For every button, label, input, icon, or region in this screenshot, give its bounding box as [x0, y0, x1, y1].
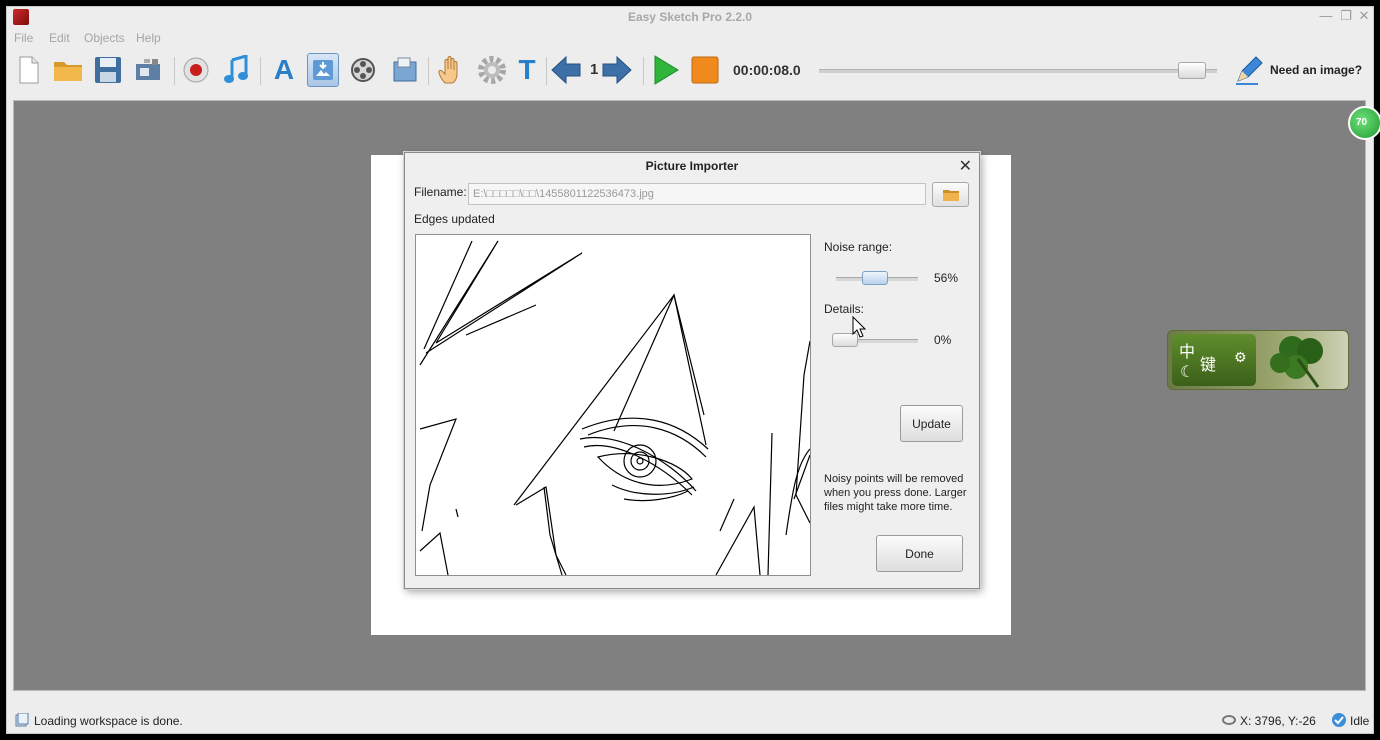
film-reel-icon — [351, 58, 375, 82]
music-note-icon — [224, 55, 248, 83]
timeline-handle[interactable] — [1178, 62, 1207, 79]
pencil-icon — [1236, 56, 1263, 85]
record-icon — [183, 57, 209, 83]
new-document-icon — [19, 56, 39, 84]
minimize-button[interactable]: — — [1318, 8, 1334, 23]
text-art-icon: A — [273, 54, 295, 85]
browse-file-button[interactable] — [932, 182, 969, 207]
hand-icon — [438, 56, 458, 84]
play-icon — [654, 55, 679, 85]
timeline-track[interactable] — [819, 69, 1217, 73]
toolbar: A T 1 00:00:08.0 Need an image? — [7, 49, 1373, 93]
edge-preview-image — [415, 234, 811, 576]
document-status-icon — [15, 713, 29, 727]
ime-gear-icon[interactable]: ⚙ — [1234, 349, 1247, 366]
need-image-link[interactable]: Need an image? — [1270, 63, 1362, 77]
ime-key-toggle[interactable]: 键 — [1200, 351, 1216, 375]
dialog-close-button[interactable]: ✕ — [959, 156, 972, 176]
music-button[interactable] — [220, 53, 252, 87]
close-window-button[interactable]: ✕ — [1356, 8, 1372, 24]
floppy-disk-icon — [95, 57, 121, 83]
timecode: 00:00:08.0 — [733, 62, 801, 78]
filename-label: Filename: — [414, 185, 467, 199]
menu-objects[interactable]: Objects — [84, 31, 125, 45]
settings-button[interactable] — [476, 53, 508, 87]
moon-icon[interactable]: ☾ — [1180, 362, 1194, 382]
text-art-button[interactable]: A — [268, 53, 300, 87]
clover-icon — [1270, 336, 1323, 388]
window-title: Easy Sketch Pro 2.2.0 — [627, 10, 753, 24]
done-button[interactable]: Done — [876, 535, 963, 572]
noise-range-slider[interactable] — [861, 271, 888, 285]
open-file-button[interactable] — [52, 53, 84, 87]
need-image-icon-button[interactable] — [1233, 53, 1265, 87]
details-label: Details: — [824, 302, 865, 316]
insert-object-button[interactable] — [389, 53, 421, 87]
cursor-position-icon — [1222, 715, 1236, 725]
sketch-edge-drawing — [419, 240, 810, 575]
mouse-cursor-icon — [852, 316, 866, 338]
noise-hint-text: Noisy points will be removed when you pr… — [824, 473, 967, 513]
folder-icon — [54, 62, 82, 81]
floating-badge[interactable]: 70 — [1348, 106, 1380, 140]
folder-browse-icon — [942, 190, 959, 201]
video-button[interactable] — [348, 53, 380, 87]
menu-help[interactable]: Help — [136, 31, 161, 45]
restore-button[interactable]: ❐ — [1338, 8, 1354, 24]
ime-mode-toggle[interactable]: 中 — [1179, 338, 1195, 362]
stop-button[interactable] — [689, 53, 721, 87]
record-button[interactable] — [180, 53, 212, 87]
next-slide-button[interactable] — [601, 53, 633, 87]
menu-edit[interactable]: Edit — [49, 31, 70, 45]
text-tool-button[interactable]: T — [511, 53, 543, 87]
menu-bar: File Edit Objects Help — [7, 29, 1373, 47]
slide-number: 1 — [590, 61, 599, 78]
status-bar: Loading workspace is done. X: 3796, Y:-2… — [7, 710, 1373, 732]
filename-input[interactable] — [468, 183, 926, 205]
stop-icon — [691, 56, 719, 84]
export-button[interactable] — [132, 53, 164, 87]
picture-import-button[interactable] — [307, 53, 339, 87]
hand-tool-button[interactable] — [435, 53, 467, 87]
details-value: 0% — [934, 333, 952, 347]
menu-file[interactable]: File — [14, 31, 33, 45]
import-status-text: Edges updated — [414, 212, 495, 226]
play-button[interactable] — [650, 53, 682, 87]
ime-toolbar[interactable]: 中 键 ☾ ⚙ — [1167, 330, 1349, 390]
cursor-coordinates: X: 3796, Y:-26 — [1240, 714, 1316, 728]
picture-importer-dialog: Picture Importer ✕ Filename: Edges updat… — [404, 152, 980, 589]
status-message: Loading workspace is done. — [34, 714, 183, 728]
export-icon — [136, 59, 160, 80]
insert-object-icon — [393, 57, 417, 82]
gear-icon — [478, 56, 506, 84]
arrow-right-icon — [602, 56, 632, 84]
ime-panel[interactable]: 中 键 ☾ ⚙ — [1172, 334, 1256, 386]
check-icon — [1332, 713, 1346, 727]
noise-range-label: Noise range: — [824, 240, 893, 254]
new-file-button[interactable] — [13, 53, 45, 87]
text-tool-icon: T — [518, 54, 536, 85]
noise-range-value: 56% — [934, 271, 959, 285]
arrow-left-icon — [551, 56, 581, 84]
app-state: Idle — [1350, 714, 1370, 728]
save-button[interactable] — [92, 53, 124, 87]
title-bar[interactable]: Easy Sketch Pro 2.2.0 — ❐ ✕ — [7, 7, 1373, 29]
picture-import-icon — [313, 60, 333, 80]
dialog-title: Picture Importer — [645, 159, 739, 173]
previous-slide-button[interactable] — [550, 53, 582, 87]
update-button[interactable]: Update — [900, 405, 963, 442]
